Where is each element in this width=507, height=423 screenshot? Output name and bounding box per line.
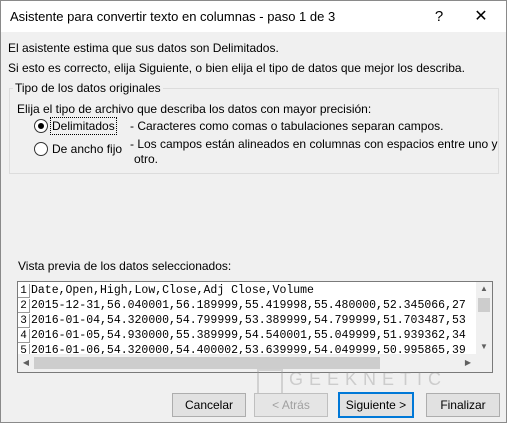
delimited-description: - Caracteres como comas o tabulaciones s… xyxy=(130,119,444,133)
row-divider xyxy=(18,342,29,343)
intro-line-1: El asistente estima que sus datos son De… xyxy=(8,41,279,55)
group-label: Tipo de los datos originales xyxy=(13,81,163,95)
scroll-left-icon[interactable]: ◀ xyxy=(18,358,34,367)
row-number: 4 xyxy=(18,329,30,343)
row-number: 1 xyxy=(18,284,30,298)
preview-label: Vista previa de los datos seleccionados: xyxy=(18,259,232,273)
row-divider xyxy=(18,312,29,313)
text-to-columns-dialog: Asistente para convertir texto en column… xyxy=(0,0,507,423)
close-button[interactable]: ✕ xyxy=(461,5,501,29)
finish-button[interactable]: Finalizar xyxy=(426,393,500,417)
preview-row: 2016-01-05,54.930000,55.389999,54.540001… xyxy=(31,329,466,342)
preview-row: Date,Open,High,Low,Close,Adj Close,Volum… xyxy=(31,284,314,297)
fixed-width-radio[interactable] xyxy=(34,142,48,156)
title-bar: Asistente para convertir texto en column… xyxy=(1,1,506,32)
watermark-text: GEEKNETIC xyxy=(289,369,448,389)
fixed-width-description-cont: otro. xyxy=(134,152,159,166)
vertical-scrollbar[interactable]: ▲ ▼ xyxy=(476,282,492,354)
scroll-up-icon[interactable]: ▲ xyxy=(476,284,492,293)
row-divider xyxy=(18,327,29,328)
delimited-label[interactable]: Delimitados xyxy=(50,117,117,135)
delimited-radio[interactable] xyxy=(34,119,48,133)
vertical-scroll-thumb[interactable] xyxy=(478,298,490,312)
scroll-down-icon[interactable]: ▼ xyxy=(476,342,492,351)
fixed-width-description: - Los campos están alineados en columnas… xyxy=(130,137,498,151)
cancel-button[interactable]: Cancelar xyxy=(172,393,246,417)
row-number: 2 xyxy=(18,299,30,313)
next-button[interactable]: Siguiente > xyxy=(338,392,414,418)
file-type-prompt: Elija el tipo de archivo que describa lo… xyxy=(17,102,372,116)
intro-line-2: Si esto es correcto, elija Siguiente, o … xyxy=(8,61,465,75)
row-divider xyxy=(18,297,29,298)
scroll-right-icon[interactable]: ▶ xyxy=(460,358,476,367)
help-button[interactable]: ? xyxy=(424,5,454,29)
row-number: 3 xyxy=(18,314,30,328)
data-preview: 1 Date,Open,High,Low,Close,Adj Close,Vol… xyxy=(17,281,493,373)
watermark: GEEKNETIC xyxy=(255,367,495,395)
watermark-logo-icon xyxy=(257,369,283,395)
window-title: Asistente para convertir texto en column… xyxy=(10,9,336,24)
preview-row: 2016-01-04,54.320000,54.799999,53.389999… xyxy=(31,314,466,327)
preview-row: 2015-12-31,56.040001,56.189999,55.419998… xyxy=(31,299,466,312)
back-button[interactable]: < Atrás xyxy=(254,393,328,417)
fixed-width-label[interactable]: De ancho fijo xyxy=(52,142,122,156)
radio-selected-dot xyxy=(38,123,44,129)
